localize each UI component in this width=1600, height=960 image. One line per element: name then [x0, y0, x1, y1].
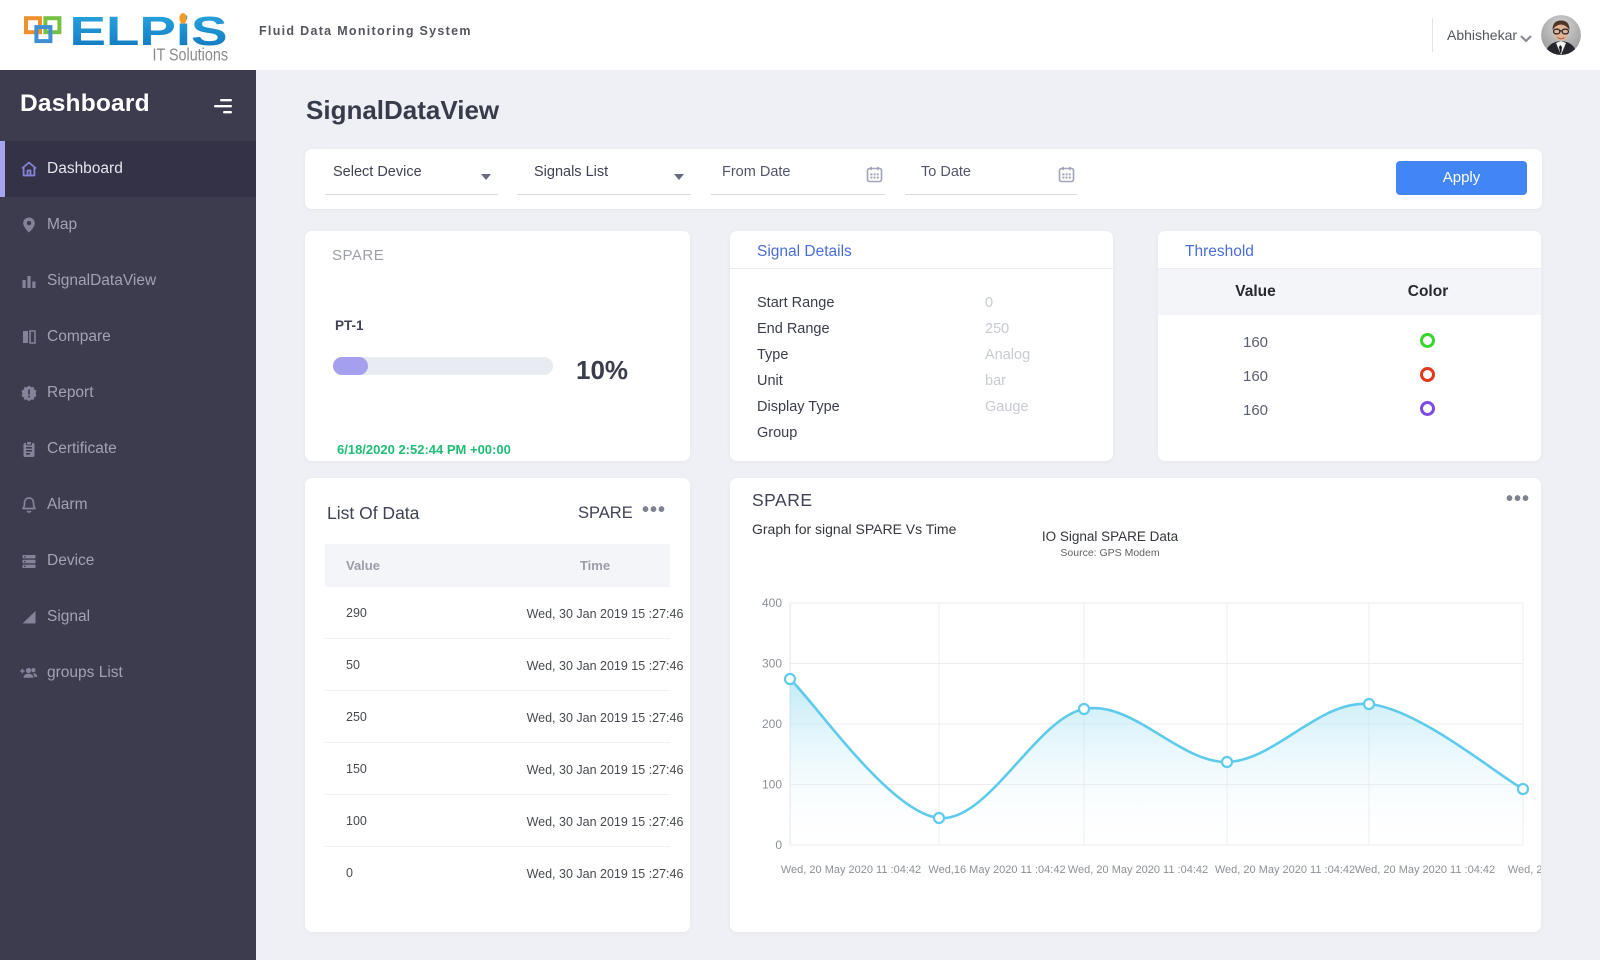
svg-text:Wed, 20 May 2020 11 :04:42: Wed, 20 May 2020 11 :04:42	[1508, 864, 1541, 876]
svg-text:Wed, 20 May 2020 11 :04:42: Wed, 20 May 2020 11 :04:42	[1355, 864, 1495, 876]
svg-text:300: 300	[762, 657, 782, 671]
svg-text:400: 400	[762, 596, 782, 610]
svg-text:Wed,16 May 2020 11 :04:42: Wed,16 May 2020 11 :04:42	[928, 864, 1065, 876]
svg-text:Wed, 20 May 2020 11 :04:42: Wed, 20 May 2020 11 :04:42	[1215, 864, 1355, 876]
svg-text:Wed, 20 May 2020 11 :04:42: Wed, 20 May 2020 11 :04:42	[781, 864, 921, 876]
svg-text:IT Solutions: IT Solutions	[152, 46, 228, 65]
svg-text:Wed, 20 May 2020 11 :04:42: Wed, 20 May 2020 11 :04:42	[1068, 864, 1208, 876]
svg-text:200: 200	[762, 717, 782, 731]
svg-text:0: 0	[775, 838, 782, 852]
svg-text:100: 100	[762, 778, 782, 792]
